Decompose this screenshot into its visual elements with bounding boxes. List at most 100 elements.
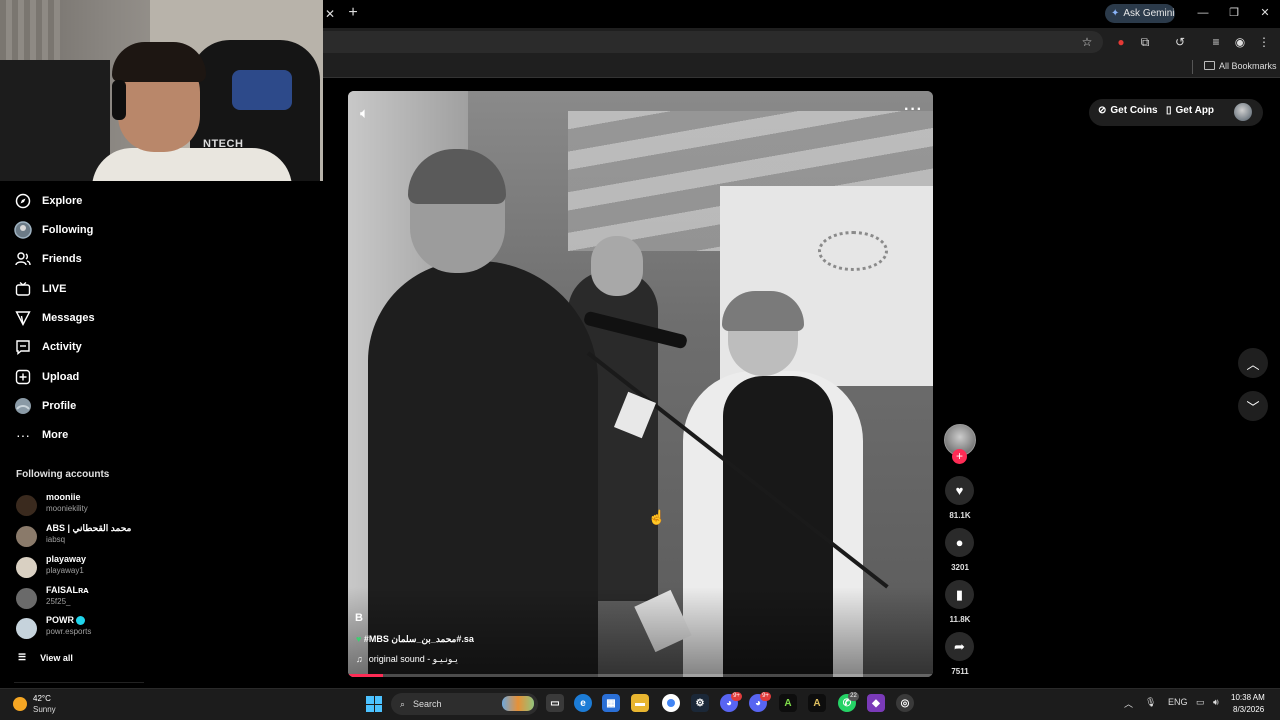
- friends-icon: [14, 250, 32, 268]
- weather-temperature[interactable]: 42°C: [33, 694, 51, 703]
- sidebar-item-label: Explore: [42, 195, 83, 207]
- account-handle: iabsq: [46, 535, 66, 544]
- like-count: 81.1K: [949, 511, 971, 520]
- restore-button[interactable]: ❐: [1224, 5, 1244, 21]
- ask-gemini-button[interactable]: ✦ Ask Gemini: [1105, 4, 1175, 23]
- sidebar-item-label: Following: [42, 224, 94, 236]
- taskbar-search[interactable]: ⌕ Search: [391, 693, 538, 715]
- verified-badge-icon: [76, 616, 85, 626]
- app-a-gold-icon[interactable]: A: [808, 694, 826, 712]
- live-tv-icon: [14, 280, 32, 298]
- edge-icon[interactable]: e: [574, 694, 592, 712]
- video-author[interactable]: B: [355, 612, 363, 624]
- get-coins-button[interactable]: ⊘ Get Coins: [1098, 105, 1158, 116]
- get-app-label: Get App: [1175, 105, 1215, 116]
- all-bookmarks-link[interactable]: All Bookmarks: [1219, 60, 1277, 72]
- previous-video-button[interactable]: ︿: [1238, 348, 1268, 378]
- bookmark-star-icon[interactable]: ☆: [1078, 33, 1096, 51]
- search-highlight-image: [502, 696, 534, 711]
- clock-time[interactable]: 10:38 AM: [1231, 693, 1265, 702]
- caption-tags[interactable]: #MBS محمد_بن_سلمان#.sa: [364, 634, 474, 644]
- video-player[interactable]: 🔈︎ ··· B ♥ #MBS محمد_بن_سلمان#.sa ♫ orig…: [348, 91, 933, 677]
- green-heart-icon: ♥: [356, 634, 362, 644]
- file-explorer-icon[interactable]: ▬: [631, 694, 649, 712]
- microphone-icon[interactable]: 🎙︎: [1145, 697, 1156, 708]
- sidebar-item-more[interactable]: ··· More: [14, 424, 68, 446]
- avatar: [16, 618, 37, 639]
- media-queue-icon[interactable]: ≡: [1207, 33, 1225, 51]
- volume-tray-icon[interactable]: 🔊︎: [1213, 697, 1219, 708]
- account-name: POWR: [46, 615, 74, 625]
- sidebar-item-following[interactable]: Following: [14, 219, 93, 241]
- music-title: original sound - يـونـيـو: [368, 654, 458, 664]
- task-view-icon[interactable]: ▭: [546, 694, 564, 712]
- bookmarks-bar: [323, 56, 1280, 78]
- chrome-icon[interactable]: [662, 694, 680, 712]
- following-accounts-title: Following accounts: [16, 469, 110, 480]
- account-name: ABS | محمد القحطاني: [46, 523, 132, 533]
- share-arrow-icon: ➦: [954, 638, 965, 654]
- more-options-icon[interactable]: ···: [904, 101, 923, 119]
- display-icon[interactable]: ▭: [1196, 697, 1205, 708]
- window-close-button[interactable]: ✕: [1255, 5, 1275, 21]
- sidebar-item-label: More: [42, 429, 69, 441]
- webcam-overlay: NTECH: [0, 0, 323, 181]
- sidebar-item-live[interactable]: LIVE: [14, 278, 66, 300]
- account-name: playaway: [46, 554, 87, 564]
- record-app-icon[interactable]: ◎: [896, 694, 914, 712]
- sidebar-item-messages[interactable]: Messages: [14, 307, 95, 329]
- search-label: Search: [413, 699, 442, 709]
- profile-icon[interactable]: ◉: [1231, 33, 1249, 51]
- music-note-icon: ♫: [356, 654, 363, 664]
- get-app-button[interactable]: ▯ Get App: [1166, 105, 1214, 116]
- follow-plus-button[interactable]: +: [952, 449, 967, 464]
- start-button[interactable]: [366, 696, 382, 712]
- user-avatar[interactable]: [1234, 103, 1252, 121]
- video-progress-bar[interactable]: [348, 674, 933, 677]
- comment-icon: ●: [955, 535, 964, 550]
- sidebar-item-label: Activity: [42, 341, 82, 353]
- music-link[interactable]: ♫ original sound - يـونـيـو: [356, 654, 458, 665]
- folder-icon[interactable]: [1204, 61, 1215, 70]
- address-bar[interactable]: [323, 31, 1103, 53]
- tab-close-icon[interactable]: ✕: [323, 6, 337, 22]
- next-video-button[interactable]: ﹀: [1238, 391, 1268, 421]
- save-button[interactable]: ▮: [945, 580, 974, 609]
- send-icon: [14, 309, 32, 327]
- tray-overflow-icon[interactable]: ︿: [1124, 697, 1133, 710]
- upload-plus-icon: [14, 368, 32, 386]
- steam-icon[interactable]: ⚙: [691, 694, 709, 712]
- view-all-button[interactable]: ☰ View all: [18, 652, 73, 663]
- account-handle: playaway1: [46, 566, 84, 575]
- sidebar-item-explore[interactable]: Explore: [14, 190, 82, 212]
- browser-menu-icon[interactable]: ⋮: [1255, 33, 1273, 51]
- comment-button[interactable]: ●: [945, 528, 974, 557]
- sidebar-item-profile[interactable]: Profile: [14, 395, 76, 417]
- like-button[interactable]: ♥: [945, 476, 974, 505]
- language-indicator[interactable]: ENG: [1168, 697, 1188, 707]
- store-icon[interactable]: ▦: [602, 694, 620, 712]
- game-launcher-icon[interactable]: ◆: [867, 694, 885, 712]
- minimize-button[interactable]: —: [1193, 5, 1213, 21]
- get-coins-label: Get Coins: [1110, 105, 1158, 116]
- profile-avatar-icon: [14, 397, 32, 415]
- share-button[interactable]: ➦: [945, 632, 974, 661]
- history-icon[interactable]: ↺: [1171, 33, 1189, 51]
- weather-description[interactable]: Sunny: [33, 705, 56, 714]
- save-count: 11.8K: [949, 615, 971, 624]
- sun-icon[interactable]: [13, 697, 27, 711]
- chevron-up-icon: ︿: [1246, 356, 1260, 372]
- avatar: [16, 557, 37, 578]
- volume-icon[interactable]: 🔈︎: [360, 105, 369, 122]
- extensions-puzzle-icon[interactable]: ⧉: [1136, 33, 1154, 51]
- sidebar-item-upload[interactable]: Upload: [14, 366, 79, 388]
- discord-badge: 9+: [731, 692, 742, 701]
- app-a-green-icon[interactable]: A: [779, 694, 797, 712]
- sidebar-item-friends[interactable]: Friends: [14, 248, 82, 270]
- sidebar-item-activity[interactable]: Activity: [14, 336, 82, 358]
- clock-date[interactable]: 8/3/2026: [1233, 705, 1264, 714]
- extension-red-icon[interactable]: ●: [1112, 33, 1130, 51]
- avatar: [16, 495, 37, 516]
- whatsapp-badge: 22: [848, 692, 859, 701]
- new-tab-button[interactable]: +: [345, 4, 361, 22]
